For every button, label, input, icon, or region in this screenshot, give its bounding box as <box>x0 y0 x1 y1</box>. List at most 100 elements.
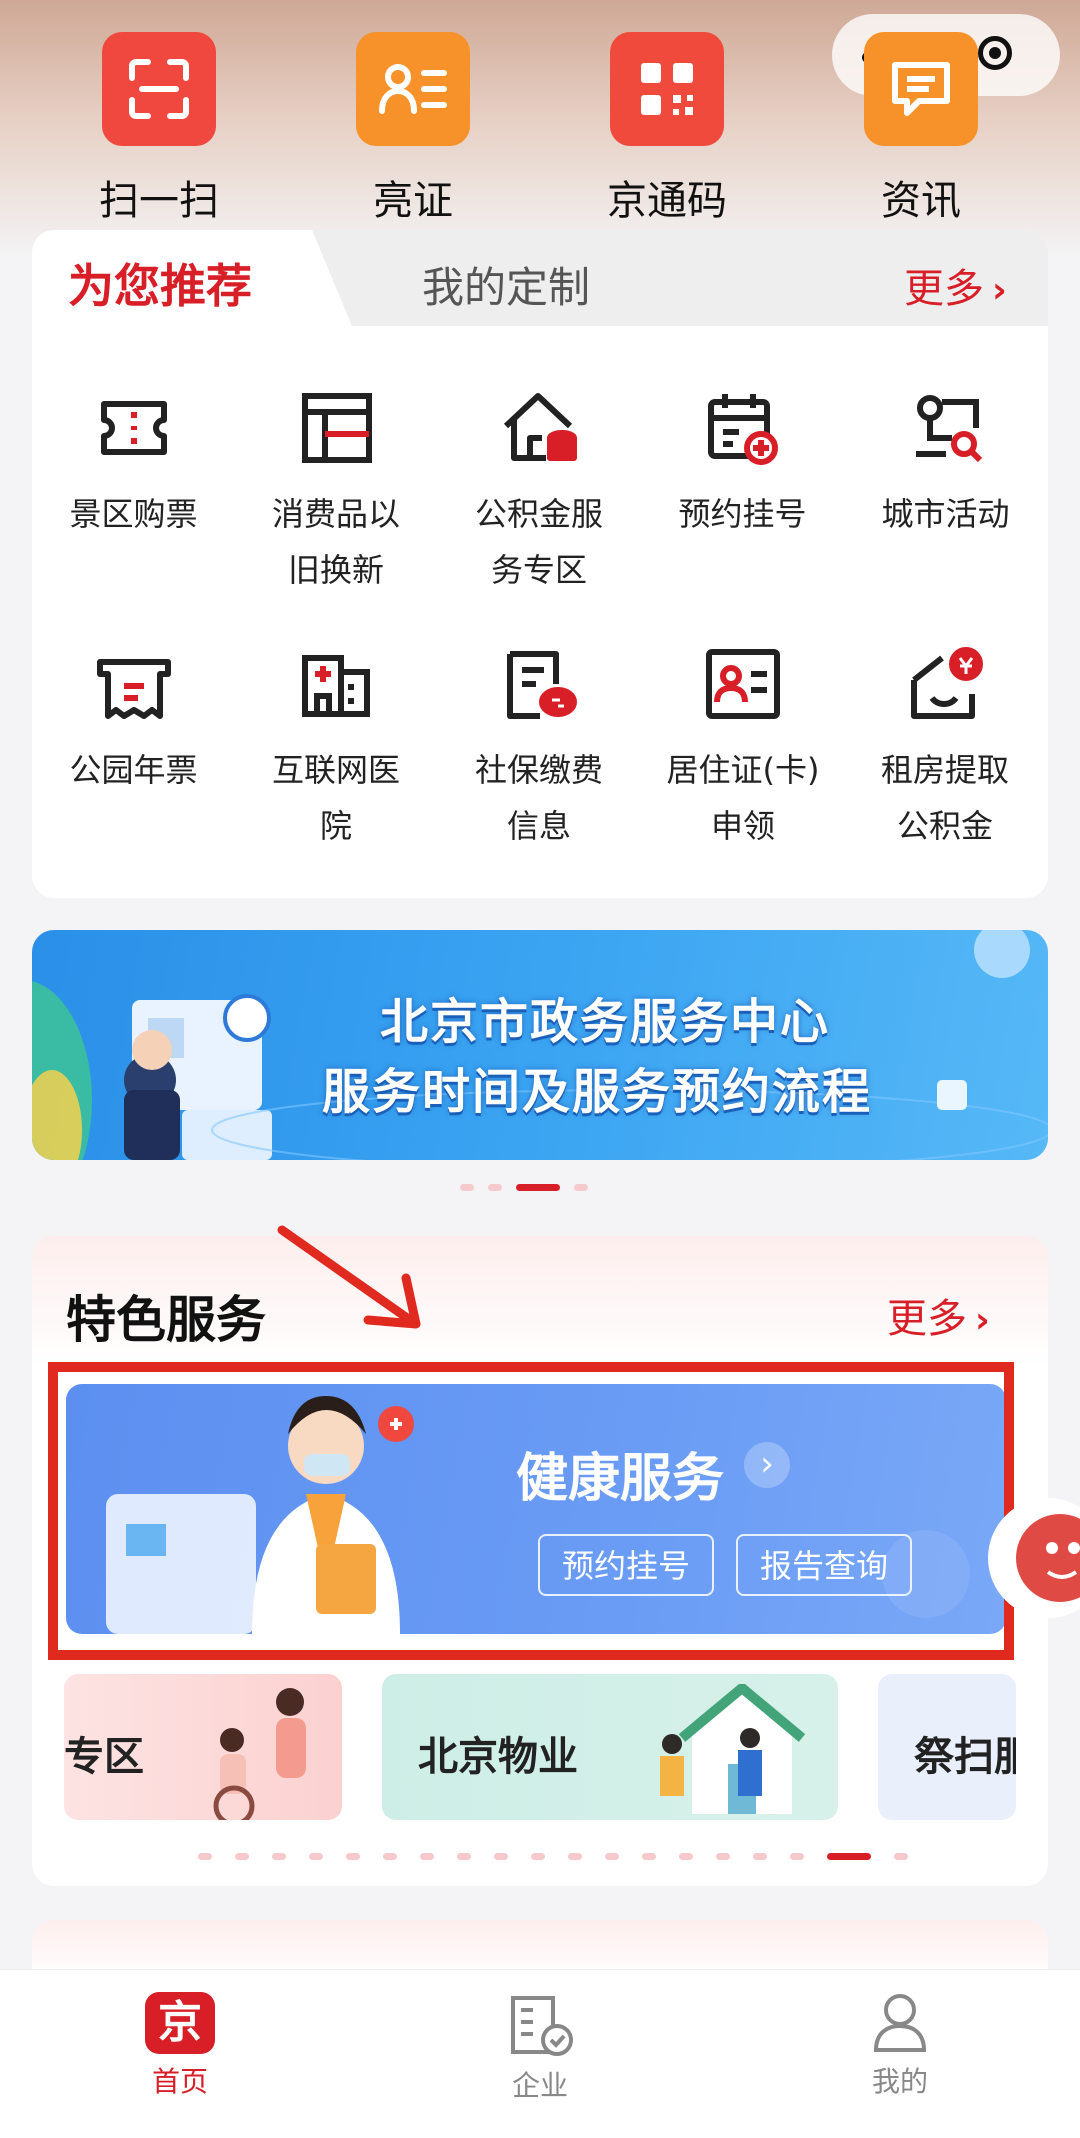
pagination-dot <box>488 1184 502 1191</box>
banner-pagination <box>460 1184 588 1191</box>
tab-home-label: 首页 <box>151 2065 208 2098</box>
pagination-dot <box>642 1853 656 1860</box>
floating-mascot-icon[interactable] <box>982 1488 1080 1658</box>
service-item-internet-hospital[interactable]: 互联网医院 <box>235 644 438 854</box>
service-label: 租房提取公积金 <box>880 751 1009 845</box>
quick-action-jingtong-code[interactable]: 京通码 <box>577 32 757 226</box>
property-illustration <box>660 1684 806 1814</box>
quick-action-label: 亮证 <box>373 178 453 224</box>
pagination-dot <box>235 1853 249 1860</box>
tab-my-custom[interactable]: 我的定制 <box>422 254 590 315</box>
quick-action-label: 扫一扫 <box>99 178 219 224</box>
chevron-right-icon: › <box>992 270 1007 311</box>
enterprise-icon <box>511 1996 573 2056</box>
service-label: 消费品以旧换新 <box>271 495 400 589</box>
service-label: 公园年票 <box>69 751 198 789</box>
service-item-residence-card[interactable]: 居住证(卡)申领 <box>641 644 844 854</box>
mini-card-beijing-property[interactable]: 北京物业 <box>382 1674 838 1820</box>
pagination-dot <box>346 1853 360 1860</box>
more-label: 更多 <box>904 266 984 312</box>
pagination-dot <box>457 1853 471 1860</box>
service-item-park-ticket[interactable]: 公园年票 <box>32 644 235 798</box>
service-label: 互联网医院 <box>271 751 400 845</box>
pagination-dot-active <box>827 1853 871 1860</box>
mini-card-label: 专区 <box>64 1734 144 1780</box>
promo-banner[interactable]: 北京市政务服务中心 服务时间及服务预约流程 <box>32 930 1048 1160</box>
housing-fund-icon <box>503 393 577 461</box>
service-label: 景区购票 <box>69 495 198 533</box>
mini-card-label: 北京物业 <box>418 1734 578 1780</box>
pagination-dot <box>894 1853 908 1860</box>
mini-card-zone[interactable]: 专区 <box>64 1674 342 1820</box>
service-label: 城市活动 <box>881 495 1010 533</box>
rent-fund-icon <box>910 647 983 719</box>
service-item-housing-fund[interactable]: 公积金服务专区 <box>438 388 641 598</box>
pagination-dot <box>753 1853 767 1860</box>
home-jing-icon: 京 <box>145 1992 215 2054</box>
featured-title: 特色服务 <box>66 1291 266 1349</box>
tab-recommend-label[interactable]: 为您推荐 <box>68 250 252 316</box>
service-label: 公积金服务专区 <box>474 495 603 589</box>
featured-pagination <box>198 1853 908 1860</box>
bottom-tab-bar: 京 首页 企业 我的 <box>0 1970 1080 2138</box>
highlight-box-annotation <box>48 1362 1014 1660</box>
service-label: 居住证(卡)申领 <box>666 751 820 845</box>
pagination-dot <box>309 1853 323 1860</box>
tab-profile-label: 我的 <box>871 2065 928 2098</box>
pagination-dot <box>494 1853 508 1860</box>
service-item-rent-fund[interactable]: 租房提取公积金 <box>844 644 1047 854</box>
banner-title-line2: 服务时间及服务预约流程 <box>322 1064 873 1120</box>
pagination-dot <box>383 1853 397 1860</box>
pagination-dot <box>272 1853 286 1860</box>
city-activity-icon <box>915 395 982 463</box>
pagination-dot <box>716 1853 730 1860</box>
featured-more-link[interactable]: 更多 › <box>887 1286 990 1344</box>
service-item-social-security[interactable]: 社保缴费信息 <box>438 644 641 854</box>
red-arrow-annotation <box>277 1225 421 1329</box>
elderly-care-illustration <box>213 1688 306 1820</box>
qr-code-icon <box>610 32 724 146</box>
quick-action-id[interactable]: 亮证 <box>323 32 503 226</box>
hospital-icon <box>301 655 370 717</box>
news-icon <box>864 32 978 146</box>
calendar-plus-icon <box>707 394 778 465</box>
quick-action-label: 京通码 <box>607 178 727 224</box>
service-label: 社保缴费信息 <box>474 751 603 845</box>
ticket-icon <box>100 401 167 455</box>
banner-title-line1: 北京市政务服务中心 <box>380 994 831 1050</box>
id-card-icon <box>356 32 470 146</box>
social-security-icon <box>506 651 577 719</box>
profile-icon <box>873 1994 927 2052</box>
quick-action-scan[interactable]: 扫一扫 <box>69 32 249 226</box>
quick-action-label: 资讯 <box>881 178 961 224</box>
pagination-dot <box>679 1853 693 1860</box>
park-ticket-icon <box>96 659 171 719</box>
trade-in-icon <box>301 393 372 463</box>
service-item-trade-in[interactable]: 消费品以旧换新 <box>235 388 438 598</box>
recommend-card: 为您推荐 我的定制 更多 › 景区购票 消费品以旧换新 公积金服务专区 预约挂号… <box>32 230 1048 898</box>
pagination-dot <box>420 1853 434 1860</box>
pagination-dot <box>198 1853 212 1860</box>
pagination-dot <box>531 1853 545 1860</box>
recommend-more-link[interactable]: 更多 › <box>904 256 1007 314</box>
tab-enterprise[interactable]: 企业 <box>440 1992 640 2104</box>
residence-card-icon <box>705 649 780 719</box>
service-item-scenic-ticket[interactable]: 景区购票 <box>32 388 235 542</box>
pagination-dot <box>460 1184 474 1191</box>
quick-action-news[interactable]: 资讯 <box>831 32 1011 226</box>
scan-icon <box>102 32 216 146</box>
mini-card-tomb-sweeping[interactable]: 祭扫服务 <box>878 1674 1016 1820</box>
pagination-dot <box>574 1184 588 1191</box>
mini-card-label: 祭扫服务 <box>914 1734 1016 1780</box>
tab-profile[interactable]: 我的 <box>800 1992 1000 2100</box>
pagination-dot <box>568 1853 582 1860</box>
tab-home[interactable]: 京 首页 <box>80 1992 280 2100</box>
pagination-dot-active <box>516 1184 560 1191</box>
chevron-right-icon: › <box>975 1300 990 1341</box>
pagination-dot <box>605 1853 619 1860</box>
service-label: 预约挂号 <box>678 495 807 533</box>
service-item-appointment[interactable]: 预约挂号 <box>641 388 844 542</box>
tab-enterprise-label: 企业 <box>511 2069 568 2102</box>
more-label: 更多 <box>887 1296 967 1342</box>
service-item-city-activity[interactable]: 城市活动 <box>844 388 1047 542</box>
